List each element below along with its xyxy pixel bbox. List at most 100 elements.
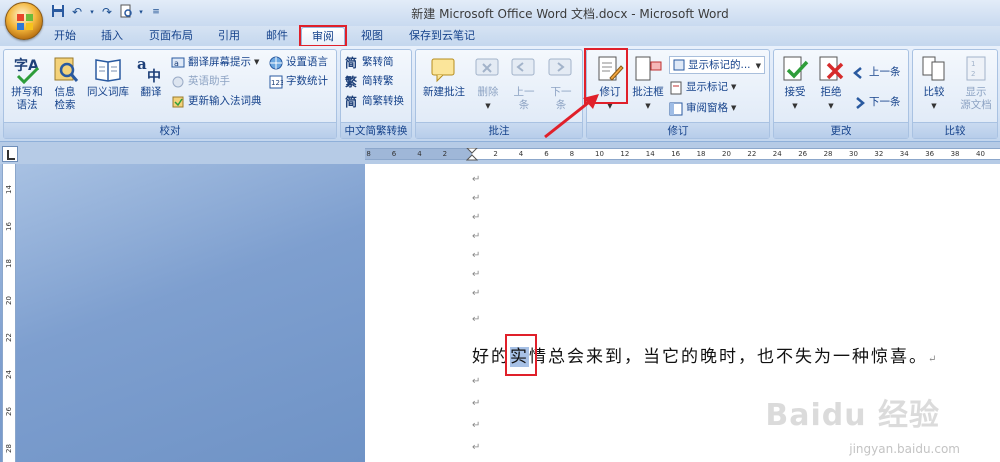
reviewing-pane-icon xyxy=(669,102,683,115)
simplified-to-traditional-button[interactable]: 繁 简转繁 xyxy=(345,73,394,90)
research-button[interactable]: 信息 检索 xyxy=(48,54,82,112)
window-title: 新建 Microsoft Office Word 文档.docx - Micro… xyxy=(411,7,729,21)
tab-save-to-cloud-notes[interactable]: 保存到云笔记 xyxy=(402,27,482,46)
word-count-button[interactable]: 123 字数统计 xyxy=(269,73,328,90)
english-helper-icon xyxy=(172,76,184,87)
next-change-button[interactable]: 下一条 xyxy=(852,94,901,111)
compare-icon xyxy=(922,56,945,81)
paragraph-mark: ↵ xyxy=(928,354,937,365)
show-source-documents-button[interactable]: 12 显示 源文档 xyxy=(955,54,997,112)
reviewing-pane-label: 审阅窗格 xyxy=(686,102,728,114)
tab-view[interactable]: 视图 xyxy=(352,27,392,46)
ruler-tick-label: 28 xyxy=(5,444,13,453)
word-count-icon: 123 xyxy=(269,75,283,88)
next-comment-icon xyxy=(548,58,572,76)
tab-page-layout[interactable]: 页面布局 xyxy=(142,27,200,46)
text-before-selection: 好的 xyxy=(472,347,510,367)
tab-review[interactable]: 审阅 xyxy=(301,27,345,46)
spelling-grammar-label: 拼写和 语法 xyxy=(11,86,43,111)
chinese-conversion-label: 简繁转换 xyxy=(362,95,404,107)
ruler-tick-label: 10 xyxy=(595,150,604,158)
reject-icon xyxy=(819,56,844,81)
paragraph-mark: ↵ xyxy=(472,174,481,185)
compare-button[interactable]: 比较 ▼ xyxy=(916,54,952,113)
display-for-review-value: 显示标记的... xyxy=(688,59,751,71)
simplified-icon: 简 xyxy=(345,55,358,70)
translate-screentip-button[interactable]: a 翻译屏幕提示 ▼ xyxy=(171,54,259,71)
set-language-button[interactable]: 设置语言 xyxy=(269,54,328,71)
svg-text:2: 2 xyxy=(971,70,975,78)
accept-button[interactable]: 接受 ▼ xyxy=(778,54,812,113)
paragraph-mark: ↵ xyxy=(472,420,481,431)
document-page[interactable]: ↵ ↵ ↵ ↵ ↵ ↵ ↵ ↵ 好的实情总会来到，当它的晚时，也不失为一种惊喜。… xyxy=(365,164,1000,462)
new-comment-icon xyxy=(431,58,455,83)
show-source-icon: 12 xyxy=(966,56,986,81)
tab-references[interactable]: 引用 xyxy=(208,27,250,46)
ruler-tick-label: 2 xyxy=(442,150,448,158)
office-logo-icon xyxy=(17,14,33,30)
ruler-tick-label: 20 xyxy=(5,296,13,305)
thesaurus-button[interactable]: 同义词库 xyxy=(84,54,132,99)
tab-insert[interactable]: 插入 xyxy=(92,27,132,46)
indent-marker-icon[interactable] xyxy=(465,148,479,161)
research-label: 信息 检索 xyxy=(54,86,76,111)
svg-text:a: a xyxy=(137,55,147,73)
group-label-changes: 更改 xyxy=(774,122,908,138)
horizontal-ruler[interactable]: 8 6 4 2 2 4 6 8 10 12 14 16 18 20 22 24 26 28 30 32 34 36 38 40 xyxy=(365,148,1000,161)
conversion-icon: 简 xyxy=(345,94,358,109)
tab-selector-button[interactable] xyxy=(2,146,18,162)
new-comment-button[interactable]: 新建批注 xyxy=(419,54,469,99)
english-helper-button[interactable]: 英语助手 xyxy=(171,73,230,90)
group-changes: 接受 ▼ 拒绝 ▼ 上一条 下一条 更改 xyxy=(773,49,909,139)
traditional-to-simplified-button[interactable]: 简 繁转简 xyxy=(345,54,394,71)
paragraph-mark: ↵ xyxy=(472,398,481,409)
reject-button[interactable]: 拒绝 ▼ xyxy=(814,54,848,113)
ruler-tick-label: 40 xyxy=(976,150,985,158)
previous-comment-label: 上一 条 xyxy=(513,86,535,111)
annotation-arrow-icon xyxy=(544,94,599,139)
ruler-tick-label: 4 xyxy=(518,150,524,158)
display-for-review-select[interactable]: 显示标记的... ▼ xyxy=(669,56,765,74)
spelling-grammar-button[interactable]: 字A 拼写和 语法 xyxy=(8,54,46,112)
group-label-compare: 比较 xyxy=(913,122,997,138)
chevron-down-icon: ▼ xyxy=(254,58,260,66)
delete-comment-icon xyxy=(475,58,499,76)
spelling-check-icon: 字A xyxy=(14,57,40,84)
screentip-icon: a xyxy=(171,57,185,68)
office-button[interactable] xyxy=(5,2,43,40)
ruler-tick-label: 32 xyxy=(874,150,884,158)
previous-change-label: 上一条 xyxy=(869,66,901,78)
tab-home[interactable]: 开始 xyxy=(46,27,84,46)
traditional-to-simplified-label: 繁转简 xyxy=(362,56,394,68)
delete-comment-button[interactable]: 删除 ▼ xyxy=(472,54,504,113)
show-markup-button[interactable]: 显示标记 ▼ xyxy=(669,79,736,96)
translate-label: 翻译 xyxy=(140,86,162,98)
title-bar: ↶ ▾ ↷ ▾ ≡ 新建 Microsoft Office Word 文档.do… xyxy=(0,0,1000,26)
balloons-button[interactable]: 批注框 ▼ xyxy=(631,54,665,113)
group-chinese-conversion: 简 繁转简 繁 简转繁 简 简繁转换 中文简繁转换 xyxy=(340,49,412,139)
document-text-line[interactable]: 好的实情总会来到，当它的晚时，也不失为一种惊喜。↵ xyxy=(472,342,936,367)
chevron-down-icon: ▼ xyxy=(792,102,798,110)
update-ime-dictionary-button[interactable]: 更新输入法词典 xyxy=(171,93,262,110)
paragraph-mark: ↵ xyxy=(472,250,481,261)
tab-mailings[interactable]: 邮件 xyxy=(256,27,298,46)
svg-text:1: 1 xyxy=(971,60,975,68)
translate-button[interactable]: a 中 翻译 xyxy=(134,54,168,99)
reviewing-pane-button[interactable]: 审阅窗格 ▼ xyxy=(669,100,736,117)
thesaurus-label: 同义词库 xyxy=(87,86,129,98)
word-count-label: 字数统计 xyxy=(286,75,328,87)
group-label-tracking: 修订 xyxy=(587,122,769,138)
track-changes-icon xyxy=(598,56,624,81)
paragraph-mark: ↵ xyxy=(472,231,481,242)
ruler-tick-label: 26 xyxy=(798,150,808,158)
chinese-conversion-button[interactable]: 简 简繁转换 xyxy=(345,93,404,110)
ruler-tick-label: 22 xyxy=(747,150,757,158)
ribbon-tab-bar: 开始 插入 页面布局 引用 邮件 审阅 视图 保存到云笔记 xyxy=(0,26,1000,46)
vertical-ruler[interactable]: 14 16 18 20 22 24 26 28 xyxy=(2,164,16,462)
show-source-documents-label: 显示 源文档 xyxy=(960,86,992,111)
previous-change-button[interactable]: 上一条 xyxy=(852,64,901,81)
ruler-tick-label: 26 xyxy=(5,407,13,416)
ruler-tick-label: 22 xyxy=(5,333,13,342)
selected-text[interactable]: 实 xyxy=(510,347,529,367)
ruler-tick-label: 30 xyxy=(849,150,858,158)
